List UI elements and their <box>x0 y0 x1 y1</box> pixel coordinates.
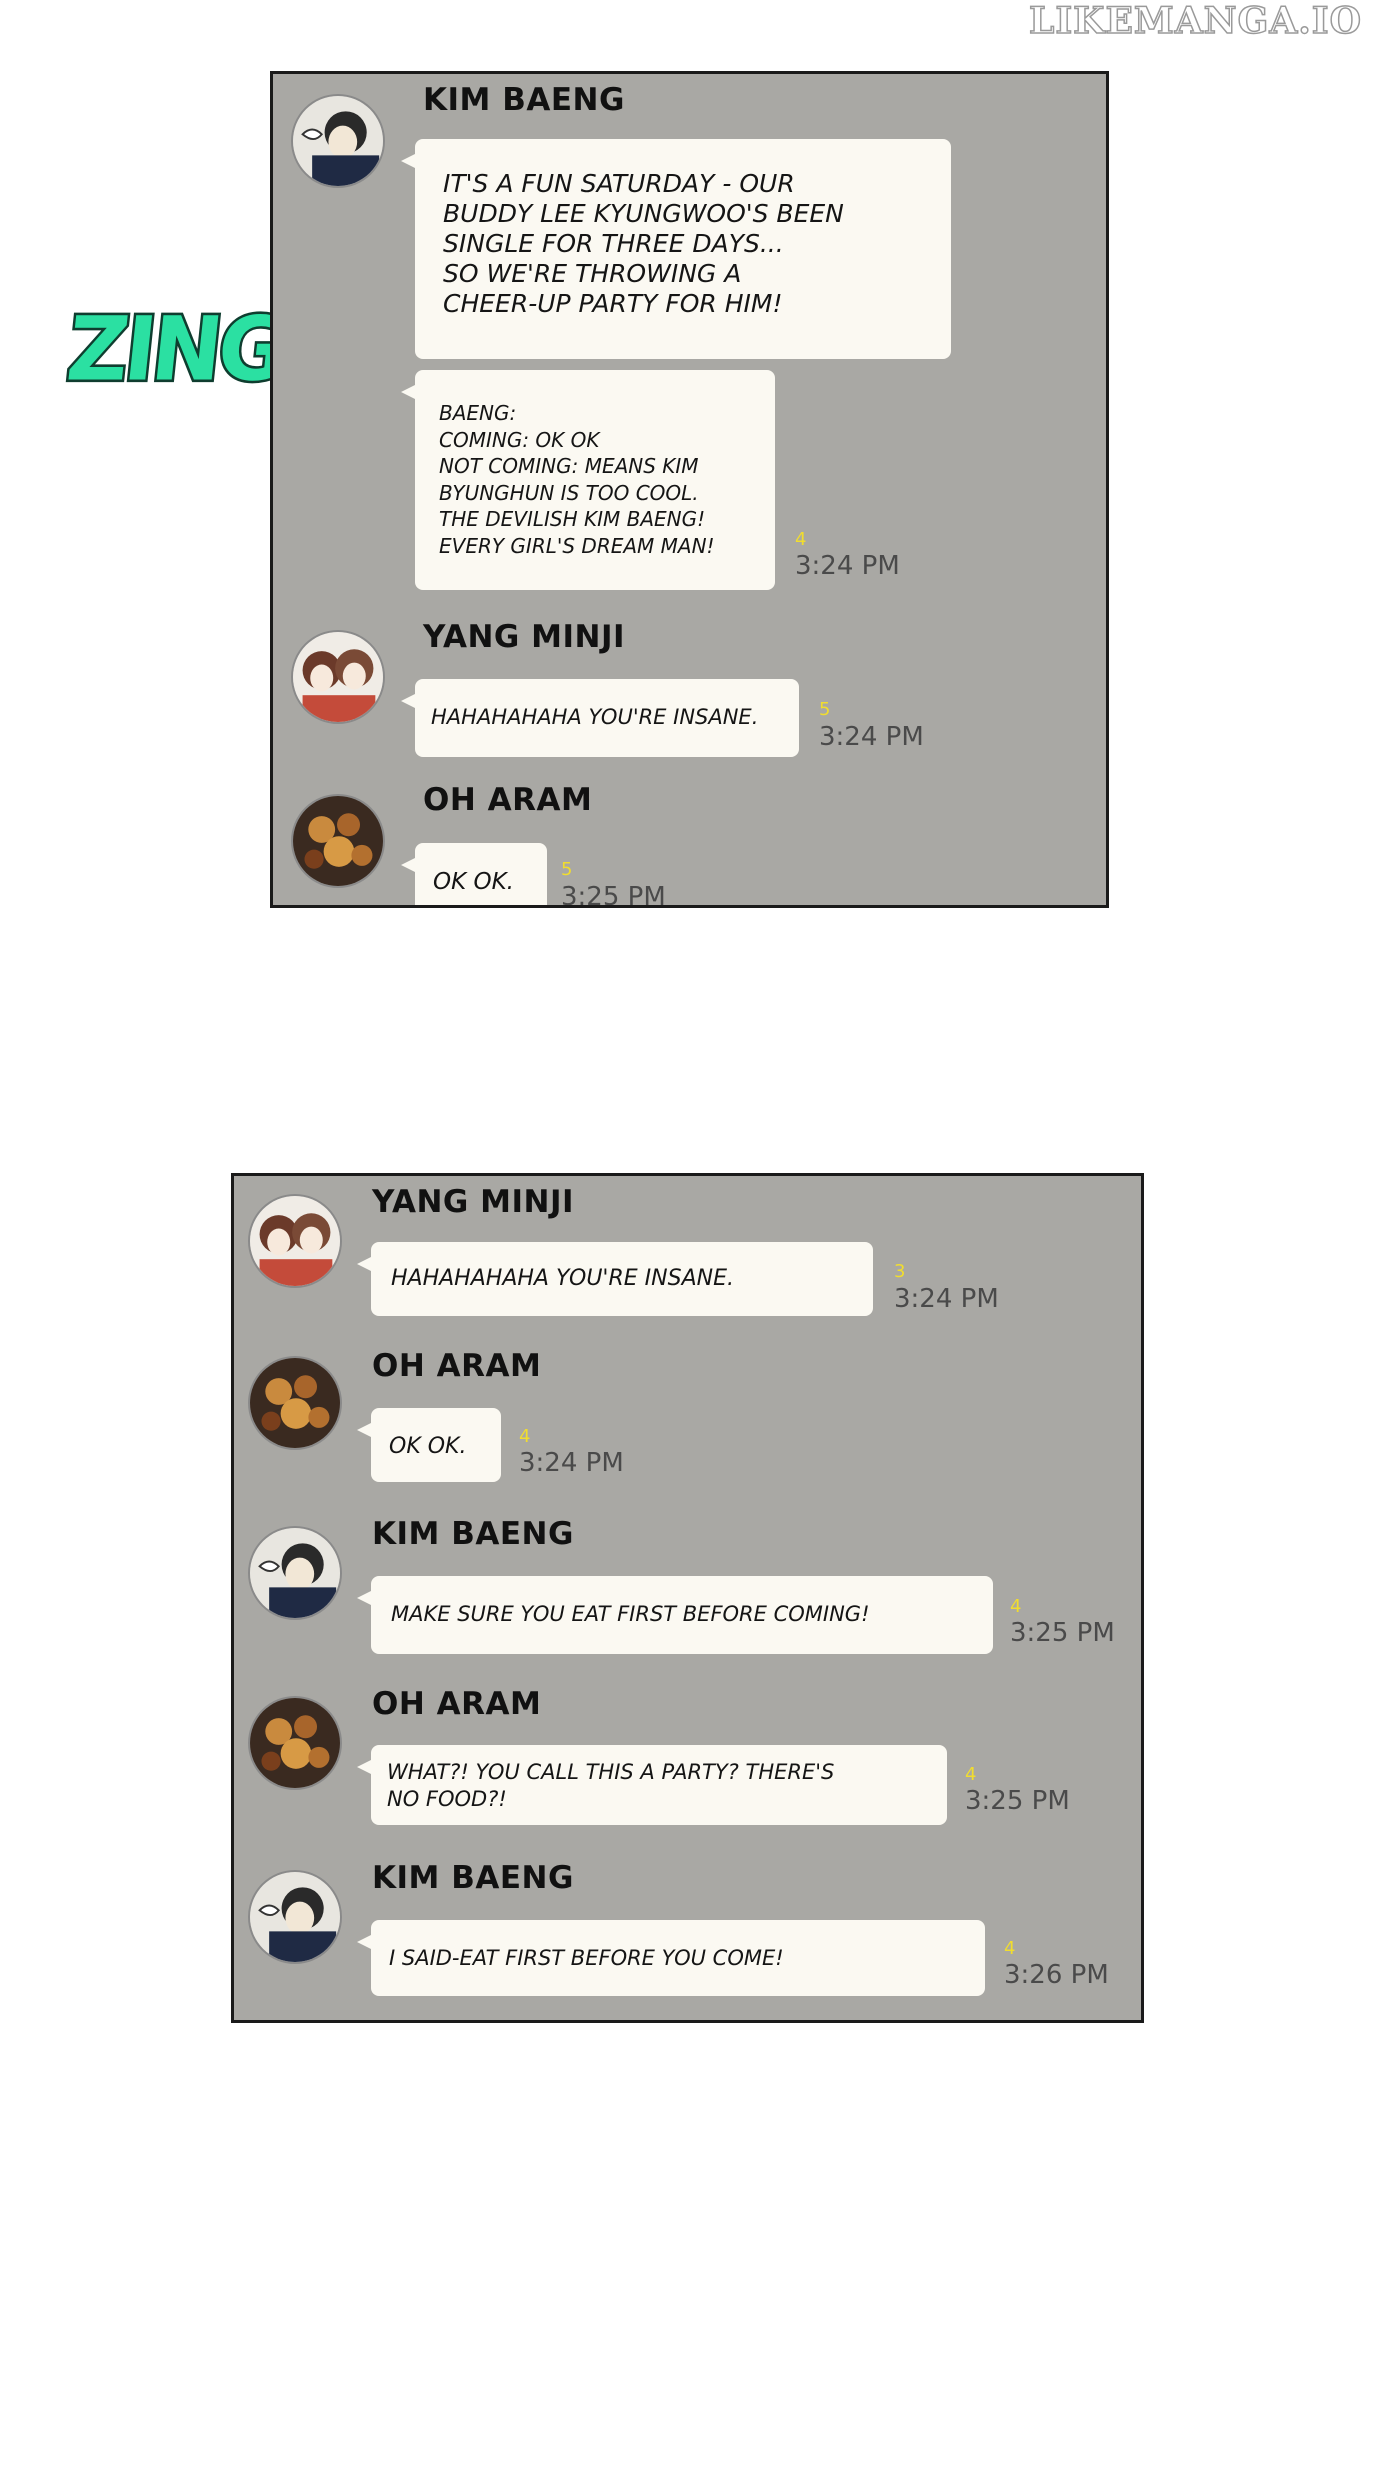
unread-count: 4 <box>965 1764 977 1785</box>
message-time: 3:25 PM <box>1010 1618 1115 1648</box>
unread-count: 4 <box>519 1426 531 1447</box>
unread-count: 4 <box>1010 1596 1022 1617</box>
avatar-yang-minji[interactable] <box>248 1194 342 1288</box>
sender-name: KIM BAENG <box>372 1860 574 1896</box>
sender-name: OH ARAM <box>423 782 593 818</box>
message-bubble[interactable]: BAENG: COMING: OK OK NOT COMING: MEANS K… <box>401 370 775 590</box>
unread-count: 5 <box>561 859 573 880</box>
message-bubble[interactable]: IT'S A FUN SATURDAY - OUR BUDDY LEE KYUN… <box>401 139 951 359</box>
message-time: 3:24 PM <box>795 551 900 581</box>
message-time: 3:24 PM <box>519 1448 624 1478</box>
chat-panel-2: YANG MINJI HAHAHAHAHA YOU'RE INSANE. 3 3… <box>231 1173 1144 2023</box>
unread-count: 3 <box>894 1261 906 1282</box>
avatar-yang-minji[interactable] <box>291 630 385 724</box>
message-bubble[interactable]: I SAID-EAT FIRST BEFORE YOU COME! <box>357 1920 985 1996</box>
sender-name: OH ARAM <box>372 1348 542 1384</box>
avatar-oh-aram[interactable] <box>291 794 385 888</box>
message-bubble[interactable]: HAHAHAHAHA YOU'RE INSANE. <box>357 1242 873 1316</box>
unread-count: 4 <box>795 529 807 550</box>
sender-name: KIM BAENG <box>423 82 625 118</box>
message-time: 3:25 PM <box>561 882 666 908</box>
sender-name: YANG MINJI <box>372 1184 575 1220</box>
message-time: 3:24 PM <box>894 1284 999 1314</box>
message-bubble[interactable]: WHAT?! YOU CALL THIS A PARTY? THERE'S NO… <box>357 1745 947 1825</box>
sender-name: KIM BAENG <box>372 1516 574 1552</box>
sender-name: OH ARAM <box>372 1686 542 1722</box>
message-bubble[interactable]: OK OK. <box>401 843 547 905</box>
message-bubble[interactable]: MAKE SURE YOU EAT FIRST BEFORE COMING! <box>357 1576 993 1654</box>
sfx-zing: ZING <box>60 295 291 403</box>
avatar-oh-aram[interactable] <box>248 1356 342 1450</box>
avatar-kim-baeng[interactable] <box>248 1526 342 1620</box>
avatar-kim-baeng[interactable] <box>248 1870 342 1964</box>
message-time: 3:25 PM <box>965 1786 1070 1816</box>
sender-name: YANG MINJI <box>423 619 626 655</box>
message-time: 3:26 PM <box>1004 1960 1109 1990</box>
unread-count: 5 <box>819 699 831 720</box>
avatar-oh-aram[interactable] <box>248 1696 342 1790</box>
avatar-kim-baeng[interactable] <box>291 94 385 188</box>
watermark-logo: LIKEMANGA.IO <box>1028 0 1362 43</box>
unread-count: 4 <box>1004 1938 1016 1959</box>
message-bubble[interactable]: HAHAHAHAHA YOU'RE INSANE. <box>401 679 799 757</box>
chat-panel-1: KIM BAENG IT'S A FUN SATURDAY - OUR BUDD… <box>270 71 1109 908</box>
message-time: 3:24 PM <box>819 722 924 752</box>
message-bubble[interactable]: OK OK. <box>357 1408 501 1482</box>
